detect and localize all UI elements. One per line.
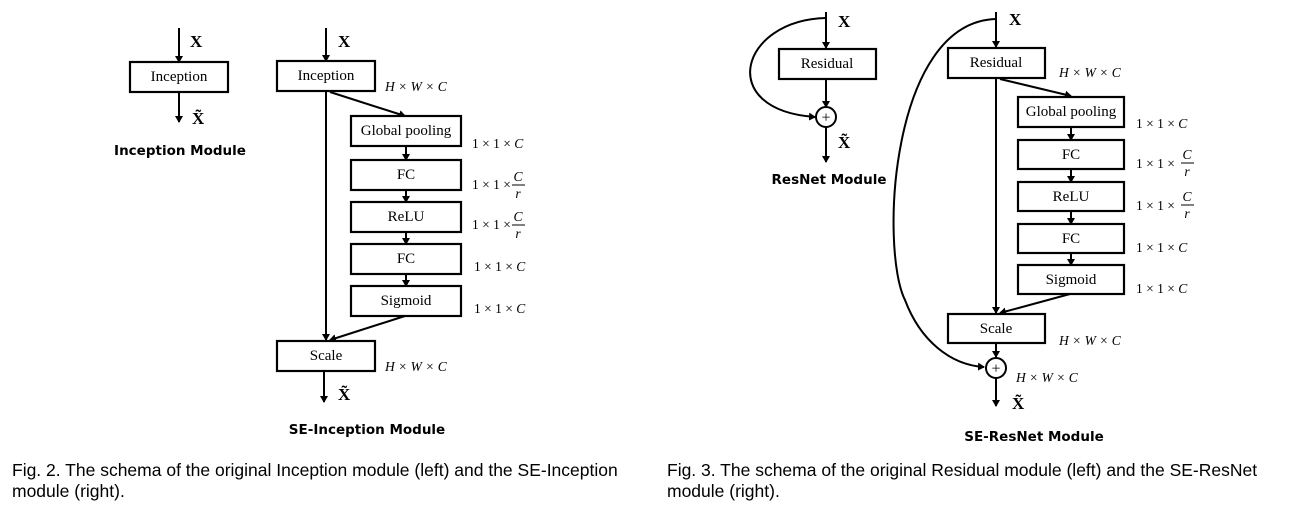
- figure-3-caption: Fig. 3. The schema of the original Resid…: [667, 460, 1258, 501]
- squeeze-arrow: [999, 78, 1072, 99]
- svg-text:C: C: [513, 169, 523, 184]
- output-x-tilde: X̃: [838, 132, 851, 152]
- svg-text:1 × 1 ×: 1 × 1 ×: [472, 217, 511, 232]
- module-title: Inception Module: [114, 143, 246, 159]
- residual-block-label: Residual: [801, 56, 854, 72]
- sigmoid-label: Sigmoid: [1046, 272, 1097, 288]
- svg-text:r: r: [515, 186, 521, 201]
- dim-label: H × W × C: [1058, 333, 1122, 348]
- dim-label: 1 × 1 × C: [472, 136, 524, 151]
- dim-label: H × W × C: [384, 79, 448, 94]
- output-x-tilde: X̃: [192, 108, 205, 128]
- global-pooling-label: Global pooling: [1026, 104, 1117, 120]
- relu-label: ReLU: [1053, 189, 1090, 205]
- inception-block-label: Inception: [151, 69, 208, 85]
- module-title: SE-ResNet Module: [964, 429, 1104, 445]
- input-x: X: [190, 32, 203, 51]
- excite-arrow: [329, 315, 406, 342]
- dim-label: H × W × C: [1058, 65, 1122, 80]
- dim-label: 1 × 1 × C: [1136, 240, 1188, 255]
- module-title: ResNet Module: [772, 172, 887, 188]
- relu-label: ReLU: [388, 209, 425, 225]
- svg-text:r: r: [1184, 164, 1190, 179]
- fc-label: FC: [1062, 231, 1080, 247]
- input-x: X: [338, 32, 351, 51]
- dim-label-fraction: 1 × 1 × C r: [1136, 147, 1194, 179]
- input-x: X: [1009, 10, 1022, 29]
- output-x-tilde: X̃: [1012, 393, 1025, 413]
- sigmoid-label: Sigmoid: [381, 293, 432, 309]
- fc-label: FC: [397, 167, 415, 183]
- module-title: SE-Inception Module: [289, 422, 445, 438]
- fc-label: FC: [397, 251, 415, 267]
- global-pooling-label: Global pooling: [361, 123, 452, 139]
- svg-text:r: r: [1184, 206, 1190, 221]
- svg-text:1 × 1 ×: 1 × 1 ×: [1136, 156, 1175, 171]
- svg-text:r: r: [515, 226, 521, 241]
- se-inception-module: X Inception H × W × C Global pooling 1 ×…: [275, 28, 526, 438]
- svg-text:C: C: [513, 209, 523, 224]
- input-x: X: [838, 12, 851, 31]
- se-resnet-module: X Residual H × W × C Global pooling 1 × …: [892, 10, 1194, 445]
- svg-text:C: C: [1182, 147, 1192, 162]
- scale-label: Scale: [310, 348, 343, 364]
- svg-text:C: C: [1182, 189, 1192, 204]
- figure-2-caption: Fig. 2. The schema of the original Incep…: [12, 460, 618, 501]
- inception-module: X Inception X̃ Inception Module: [114, 28, 246, 159]
- plus-icon: +: [991, 361, 1000, 378]
- inception-block-label: Inception: [298, 68, 355, 84]
- dim-label-fraction: 1 × 1 × C r: [1136, 189, 1194, 221]
- excite-arrow: [999, 293, 1071, 316]
- resnet-module: X Residual + X̃ ResNet Module: [749, 12, 887, 188]
- dim-label: 1 × 1 × C: [474, 301, 526, 316]
- dim-label: H × W × C: [384, 359, 448, 374]
- dim-label: 1 × 1 × C: [1136, 116, 1188, 131]
- svg-text:1 × 1 ×: 1 × 1 ×: [1136, 198, 1175, 213]
- svg-text:1 × 1 ×: 1 × 1 ×: [472, 177, 511, 192]
- dim-label: 1 × 1 × C: [474, 259, 526, 274]
- scale-label: Scale: [980, 321, 1013, 337]
- plus-icon: +: [821, 110, 830, 127]
- squeeze-arrow: [329, 91, 406, 118]
- output-x-tilde: X̃: [338, 384, 351, 404]
- dim-label-fraction: 1 × 1 × C r: [472, 209, 525, 241]
- figure-canvas: X Inception X̃ Inception Module X Incept…: [114, 10, 1194, 445]
- dim-label-fraction: 1 × 1 × C r: [472, 169, 525, 201]
- residual-block-label: Residual: [970, 55, 1023, 71]
- sum-dim-label: H × W × C: [1015, 370, 1079, 385]
- dim-label: 1 × 1 × C: [1136, 281, 1188, 296]
- fc-label: FC: [1062, 147, 1080, 163]
